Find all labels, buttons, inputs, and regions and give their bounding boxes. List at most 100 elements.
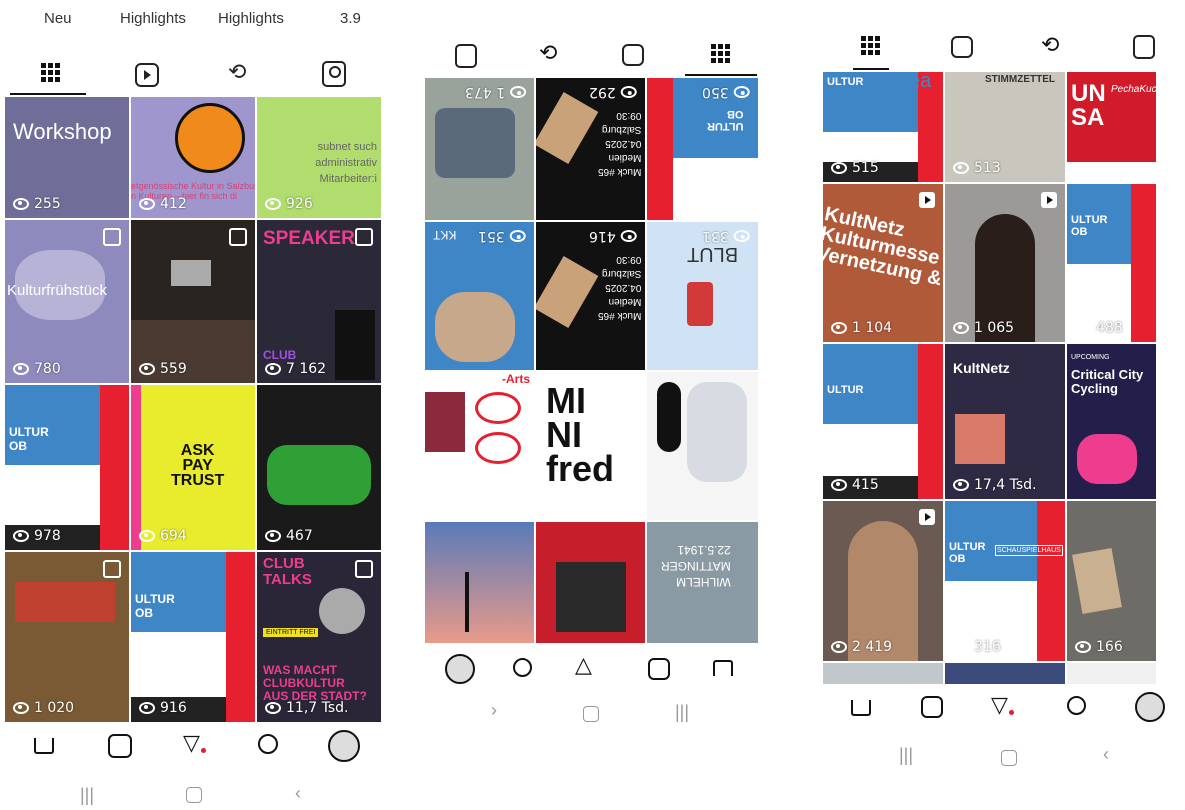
post-title: ULTUR OB	[1071, 214, 1108, 238]
tab-grid[interactable]	[853, 30, 889, 70]
grid-post[interactable]: Workshop 255	[5, 97, 129, 218]
back-icon[interactable]: ‹	[295, 783, 301, 804]
post-title: KultNetz	[953, 360, 1010, 376]
grid-post[interactable]	[425, 522, 534, 643]
grid-post[interactable]: SPEAKER CLUB 7 162	[257, 220, 381, 383]
recent-apps-icon[interactable]: |||	[80, 785, 94, 806]
view-count: 351	[478, 228, 526, 244]
grid-post[interactable]: BLUT 331	[647, 222, 758, 370]
profile-avatar[interactable]	[445, 654, 475, 684]
grid-post[interactable]	[945, 663, 1065, 684]
tab-reels[interactable]	[622, 44, 644, 66]
grid-post[interactable]: Kulturfrühstück 780	[5, 220, 129, 383]
grid-icon	[41, 63, 60, 82]
recent-apps-icon[interactable]: |||	[675, 702, 689, 723]
grid-post[interactable]: 467	[257, 385, 381, 550]
grid-post[interactable]: WILHELM MATTINGER 22.5.1941	[647, 522, 758, 643]
grid-post[interactable]: 559	[131, 220, 255, 383]
view-count: 978	[13, 528, 61, 544]
view-count: 412	[139, 196, 187, 212]
send-icon[interactable]: ▽	[991, 692, 1014, 718]
grid-post[interactable]: 1 065	[945, 184, 1065, 342]
send-icon[interactable]: △	[575, 652, 592, 678]
reels-icon[interactable]	[108, 734, 132, 758]
view-count: 255	[13, 196, 61, 212]
view-count: 415	[831, 477, 879, 493]
home-icon[interactable]	[713, 660, 733, 676]
tab-reposts[interactable]: ⟲	[1041, 32, 1059, 58]
grid-post[interactable]: 166	[1067, 501, 1156, 661]
view-count: 916	[139, 700, 187, 716]
tab-reposts[interactable]: ⟲	[228, 59, 246, 85]
home-system-icon[interactable]	[583, 706, 599, 722]
highlight-label[interactable]: 3.9	[340, 10, 361, 27]
grid-post[interactable]: ASK PAY TRUST 694	[131, 385, 255, 550]
profile-avatar[interactable]	[328, 730, 360, 762]
back-icon[interactable]: ›	[491, 700, 497, 721]
grid-post[interactable]: KultNetz Kulturmesse & Kulturbörse für V…	[823, 184, 943, 342]
tab-reels[interactable]	[135, 63, 159, 87]
home-icon[interactable]	[851, 700, 871, 716]
notification-dot	[1009, 710, 1014, 715]
tab-reels[interactable]	[951, 36, 973, 58]
highlight-label[interactable]: Highlights	[218, 10, 284, 27]
tab-grid[interactable]	[685, 38, 757, 76]
grid-post[interactable]: subnet such administrativ Mitarbeiter:i …	[257, 97, 381, 218]
reels-icon[interactable]	[921, 696, 943, 718]
grid-post[interactable]: KultNetz 17,4 Tsd.	[945, 344, 1065, 499]
post-title: -Arts	[501, 372, 530, 386]
recent-apps-icon[interactable]: |||	[899, 745, 913, 766]
tab-tagged[interactable]	[322, 61, 346, 87]
home-icon[interactable]	[34, 738, 54, 754]
grid-post[interactable]: sea ULTUR 515	[823, 72, 943, 182]
panel-3: ⟲ sea ULTUR 515 STIMMZETTEL 513 UN SA Pe…	[815, 0, 1185, 810]
grid-post[interactable]: 2 419	[823, 501, 943, 661]
grid-post[interactable]: ULTUR OB 978	[5, 385, 129, 550]
bottom-nav: ▽	[0, 728, 385, 768]
bottom-nav: ▽	[815, 692, 1185, 732]
profile-tab-bar: ⟲	[0, 55, 385, 95]
home-system-icon[interactable]	[1001, 750, 1017, 766]
grid-post[interactable]: ULTUR OB 916	[131, 552, 255, 722]
highlight-label[interactable]: Highlights	[120, 10, 186, 27]
grid-post[interactable]: STIMMZETTEL 513	[945, 72, 1065, 182]
grid-post[interactable]: ULTUR OB SCHAUSPIELHAUS 316	[945, 501, 1065, 661]
profile-avatar[interactable]	[1135, 692, 1165, 722]
reel-icon	[919, 509, 935, 525]
grid-post[interactable]: UN SA PechaKucha	[1067, 72, 1156, 182]
grid-post[interactable]: MI NI fred	[536, 372, 645, 520]
grid-post[interactable]	[1067, 663, 1156, 684]
grid-post[interactable]: 1 473	[425, 78, 534, 220]
grid-post[interactable]: KKT 351	[425, 222, 534, 370]
repost-icon: ⟲	[1041, 32, 1060, 57]
grid-post[interactable]: 1 020	[5, 552, 129, 722]
tab-tagged[interactable]	[455, 44, 477, 68]
view-count: 17,4 Tsd.	[953, 477, 1037, 493]
grid-post[interactable]: CLUB TALKS EINTRITT FREI WAS MACHT CLUBK…	[257, 552, 381, 722]
grid-post[interactable]: UPCOMING Critical City Cycling	[1067, 344, 1156, 499]
highlight-label-new[interactable]: Neu	[44, 10, 72, 27]
grid-post[interactable]	[647, 372, 758, 520]
grid-post[interactable]: ULTUR OB 488	[1067, 184, 1156, 342]
grid-post[interactable]	[536, 522, 645, 643]
back-icon[interactable]: ‹	[1103, 744, 1109, 765]
tab-tagged[interactable]	[1133, 35, 1155, 59]
send-icon[interactable]: ▽	[183, 730, 206, 756]
tab-grid[interactable]	[10, 55, 86, 95]
tab-reposts[interactable]: ⟲	[539, 40, 557, 66]
grid-post[interactable]: ULTUR OB 350	[647, 78, 758, 220]
grid-icon	[711, 44, 730, 63]
grid-post[interactable]: Muck #65 Medien 04.2025 Salzburg 09:30 4…	[536, 222, 645, 370]
post-title: KKT	[433, 228, 457, 242]
home-system-icon[interactable]	[186, 787, 202, 803]
grid-post[interactable]	[823, 663, 943, 684]
grid-post[interactable]: -Arts	[425, 372, 534, 520]
search-icon[interactable]	[1067, 696, 1086, 715]
search-icon[interactable]	[258, 734, 278, 754]
reels-icon[interactable]	[648, 658, 670, 680]
grid-post[interactable]: etgenössische Kultur in Salzbur n Kultur…	[131, 97, 255, 218]
repost-icon: ⟲	[228, 59, 247, 84]
search-icon[interactable]	[513, 658, 532, 677]
grid-post[interactable]: Muck #65 Medien 04.2025 Salzburg 09:30 2…	[536, 78, 645, 220]
grid-post[interactable]: ULTUR 415	[823, 344, 943, 499]
